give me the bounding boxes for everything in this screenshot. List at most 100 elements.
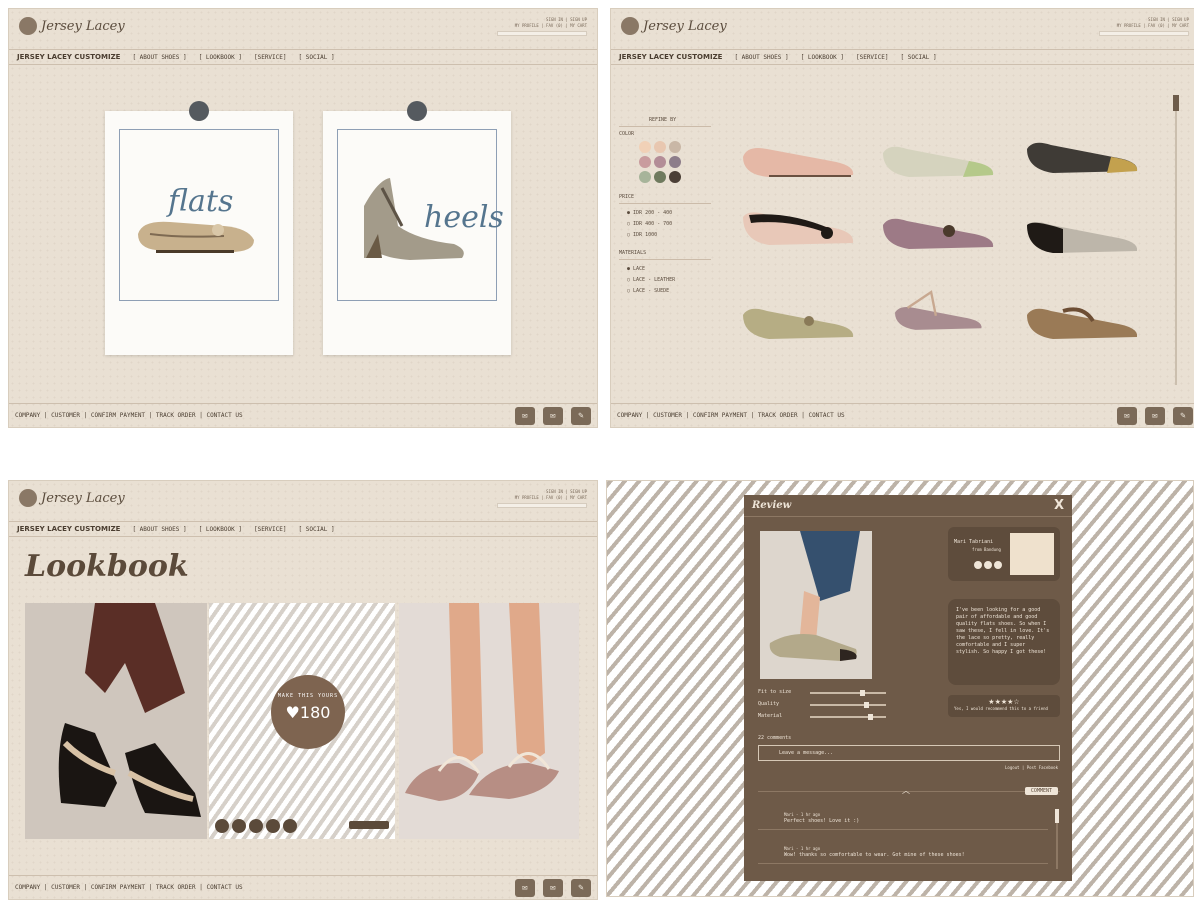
- facebook-icon[interactable]: [215, 819, 229, 833]
- nav-lookbook[interactable]: [ LOOKBOOK ]: [199, 526, 242, 533]
- message-icon[interactable]: ✉: [543, 407, 563, 425]
- pinterest-icon[interactable]: [994, 561, 1002, 569]
- nav-brand[interactable]: JERSEY LACEY CUSTOMIZE: [17, 53, 120, 61]
- site-logo[interactable]: Jersey Lacey: [19, 17, 125, 35]
- twitter-icon[interactable]: [232, 819, 246, 833]
- fit-slider[interactable]: [810, 690, 886, 696]
- comment-input[interactable]: Leave a message...: [758, 745, 1060, 761]
- product-card[interactable]: [879, 137, 999, 181]
- nav-about[interactable]: [ ABOUT SHOES ]: [132, 526, 186, 533]
- lookbook-hover-card[interactable]: MAKE THIS YOURS ♥180: [209, 603, 395, 839]
- nav-service[interactable]: [SERVICE]: [856, 54, 889, 61]
- footer-links[interactable]: COMPANY | CUSTOMER | CONFIRM PAYMENT | T…: [15, 412, 243, 419]
- reviewer-location: from Bandung: [972, 547, 1001, 552]
- category-card-flats[interactable]: flats: [105, 101, 293, 355]
- nav-service[interactable]: [SERVICE]: [254, 526, 287, 533]
- nav-social[interactable]: [ SOCIAL ]: [299, 54, 335, 61]
- scrollbar[interactable]: [1173, 95, 1179, 385]
- color-swatch[interactable]: [669, 141, 681, 153]
- card-frame: heels: [337, 129, 504, 301]
- slider-thumb[interactable]: [860, 690, 865, 696]
- color-swatch[interactable]: [654, 156, 666, 168]
- chevron-up-icon[interactable]: ︿: [902, 785, 910, 796]
- edit-icon[interactable]: ✎: [571, 407, 591, 425]
- color-swatch[interactable]: [654, 171, 666, 183]
- modal-title: Review: [752, 500, 792, 511]
- footer-links[interactable]: COMPANY | CUSTOMER | CONFIRM PAYMENT | T…: [15, 884, 243, 891]
- product-card[interactable]: [1023, 299, 1143, 343]
- category-card-heels[interactable]: heels: [323, 101, 511, 355]
- nav-social[interactable]: [ SOCIAL ]: [901, 54, 937, 61]
- like-badge[interactable]: MAKE THIS YOURS ♥180: [271, 675, 345, 749]
- facebook-icon[interactable]: [974, 561, 982, 569]
- product-card[interactable]: [739, 137, 859, 181]
- site-logo[interactable]: Jersey Lacey: [621, 17, 727, 35]
- product-card[interactable]: [879, 209, 999, 253]
- material-option[interactable]: ○ LACE - SUEDE: [619, 286, 711, 297]
- reviewer-socials: [974, 561, 1002, 569]
- price-option[interactable]: ● IDR 200 - 400: [619, 208, 711, 219]
- account-links[interactable]: SIGN IN | SIGN UP MY PROFILE | FAV (0) | …: [1099, 17, 1189, 36]
- share-button[interactable]: [349, 821, 389, 829]
- slider-thumb[interactable]: [864, 702, 869, 708]
- search-input[interactable]: [1099, 31, 1189, 36]
- email-icon[interactable]: [283, 819, 297, 833]
- nav-about[interactable]: [ ABOUT SHOES ]: [734, 54, 788, 61]
- instagram-icon[interactable]: [266, 819, 280, 833]
- nav-brand[interactable]: JERSEY LACEY CUSTOMIZE: [17, 525, 120, 533]
- login-links[interactable]: Logout | Post Facebook: [1005, 765, 1058, 770]
- quality-slider[interactable]: [810, 702, 886, 708]
- pinterest-icon[interactable]: [249, 819, 263, 833]
- chat-icon[interactable]: ✉: [515, 407, 535, 425]
- price-option[interactable]: ○ IDR 400 - 700: [619, 219, 711, 230]
- color-heading: COLOR: [619, 131, 635, 137]
- chat-icon[interactable]: ✉: [1117, 407, 1137, 425]
- product-card[interactable]: [1023, 133, 1143, 177]
- nav-lookbook[interactable]: [ LOOKBOOK ]: [801, 54, 844, 61]
- nav-service[interactable]: [SERVICE]: [254, 54, 287, 61]
- product-card[interactable]: [739, 299, 859, 343]
- slider-thumb[interactable]: [868, 714, 873, 720]
- material-option[interactable]: ● LACE: [619, 264, 711, 275]
- color-swatch[interactable]: [639, 141, 651, 153]
- lookbook-photo[interactable]: [399, 603, 579, 839]
- scrollbar-thumb[interactable]: [1055, 809, 1059, 823]
- comment-button[interactable]: COMMENT: [1024, 787, 1058, 795]
- color-swatch[interactable]: [654, 141, 666, 153]
- nav-lookbook[interactable]: [ LOOKBOOK ]: [199, 54, 242, 61]
- color-swatch[interactable]: [669, 171, 681, 183]
- color-swatch[interactable]: [669, 156, 681, 168]
- product-card[interactable]: [879, 289, 999, 333]
- account-links[interactable]: SIGN IN | SIGN UP MY PROFILE | FAV (0) | …: [497, 489, 587, 508]
- edit-icon[interactable]: ✎: [1173, 407, 1193, 425]
- scrollbar-thumb[interactable]: [1173, 95, 1179, 111]
- nav-social[interactable]: [ SOCIAL ]: [299, 526, 335, 533]
- price-option[interactable]: ○ IDR 1000: [619, 230, 711, 241]
- nav-brand[interactable]: JERSEY LACEY CUSTOMIZE: [619, 53, 722, 61]
- lookbook-photo[interactable]: [25, 603, 207, 839]
- comments-scrollbar[interactable]: [1055, 809, 1059, 869]
- review-photo: [760, 531, 872, 679]
- close-icon[interactable]: X: [1054, 498, 1064, 513]
- product-card[interactable]: [739, 205, 859, 249]
- material-slider[interactable]: [810, 714, 886, 720]
- footer-links[interactable]: COMPANY | CUSTOMER | CONFIRM PAYMENT | T…: [617, 412, 845, 419]
- logo-mark-icon: [19, 489, 37, 507]
- nav-about[interactable]: [ ABOUT SHOES ]: [132, 54, 186, 61]
- refine-heading: REFINE BY: [619, 114, 711, 127]
- search-input[interactable]: [497, 31, 587, 36]
- site-logo[interactable]: Jersey Lacey: [19, 489, 125, 507]
- color-swatch[interactable]: [639, 156, 651, 168]
- message-icon[interactable]: ✉: [1145, 407, 1165, 425]
- search-input[interactable]: [497, 503, 587, 508]
- account-links[interactable]: SIGN IN | SIGN UP MY PROFILE | FAV (0) | …: [497, 17, 587, 36]
- chat-icon[interactable]: ✉: [515, 879, 535, 897]
- lookbook-image: [58, 603, 201, 817]
- color-swatch[interactable]: [639, 171, 651, 183]
- review-modal: Review X Mari Tabriani from Bandung I've …: [744, 495, 1072, 881]
- twitter-icon[interactable]: [984, 561, 992, 569]
- message-icon[interactable]: ✉: [543, 879, 563, 897]
- material-option[interactable]: ○ LACE - LEATHER: [619, 275, 711, 286]
- edit-icon[interactable]: ✎: [571, 879, 591, 897]
- product-card[interactable]: [1023, 213, 1143, 257]
